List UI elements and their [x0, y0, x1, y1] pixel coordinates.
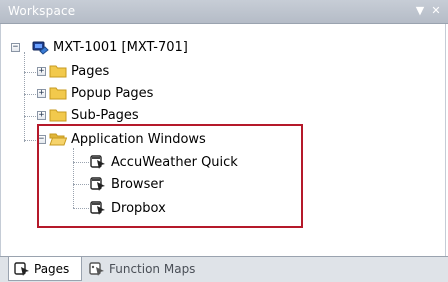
tree-node-label: Pages [71, 63, 110, 79]
folder-icon [49, 65, 67, 78]
app-window-icon [90, 201, 105, 215]
workspace-tree: − MXT-1001 [MXT-701] + Pages + Popup Pag… [0, 24, 446, 256]
tree-connector [24, 116, 38, 117]
tree-connector [24, 52, 25, 142]
tree-connector [24, 94, 38, 95]
tree-node-label: AccuWeather Quick [111, 154, 238, 170]
tree-node-label: Application Windows [71, 131, 206, 147]
tab-label: Pages [34, 261, 70, 276]
pages-icon [14, 261, 29, 276]
tab-function-maps[interactable]: Function Maps [84, 257, 234, 281]
close-icon[interactable]: ✕ [428, 3, 444, 19]
folder-icon [49, 109, 67, 122]
tree-node-label: Popup Pages [71, 85, 154, 101]
tree-node-browser[interactable]: Browser [89, 173, 164, 195]
tree-connector [24, 72, 38, 73]
expand-pages-toggle[interactable]: + [37, 67, 46, 76]
tree-connector [73, 208, 89, 209]
collapse-application-windows-toggle[interactable]: − [37, 135, 46, 144]
tree-node-label: Browser [111, 176, 164, 192]
dropdown-arrow-icon[interactable]: ▼ [412, 3, 428, 19]
panel-title: Workspace [8, 4, 76, 18]
tab-label: Function Maps [109, 262, 196, 276]
expand-sub-pages-toggle[interactable]: + [37, 111, 46, 120]
tab-pages[interactable]: Pages [8, 257, 82, 281]
tree-connector [24, 140, 38, 141]
workspace-title-bar: Workspace ▼ ✕ [0, 0, 448, 24]
tree-node-root[interactable]: MXT-1001 [MXT-701] [31, 36, 188, 58]
tree-node-accuweather-quick[interactable]: AccuWeather Quick [89, 151, 238, 173]
folder-open-icon [49, 133, 67, 146]
tree-node-popup-pages[interactable]: Popup Pages [49, 82, 153, 104]
tree-node-label: Sub-Pages [71, 107, 139, 123]
tree-node-dropbox[interactable]: Dropbox [89, 197, 166, 219]
app-window-icon [90, 177, 105, 191]
folder-icon [49, 87, 67, 100]
device-icon [32, 41, 49, 55]
tree-node-application-windows[interactable]: Application Windows [49, 128, 206, 150]
tree-connector [73, 184, 89, 185]
function-maps-icon [89, 262, 104, 276]
tree-node-pages[interactable]: Pages [49, 60, 109, 82]
tree-connector [73, 148, 74, 208]
collapse-root-toggle[interactable]: − [11, 43, 20, 52]
tree-connector [73, 162, 89, 163]
app-window-icon [90, 155, 105, 169]
workspace-panel: Workspace ▼ ✕ − MXT-1001 [MXT-701] + Pag… [0, 0, 448, 282]
tree-node-label: Dropbox [111, 200, 166, 216]
tree-node-sub-pages[interactable]: Sub-Pages [49, 104, 139, 126]
expand-popup-pages-toggle[interactable]: + [37, 89, 46, 98]
tree-node-label: MXT-1001 [MXT-701] [53, 39, 188, 55]
panel-tab-bar: Pages Function Maps [0, 256, 448, 282]
